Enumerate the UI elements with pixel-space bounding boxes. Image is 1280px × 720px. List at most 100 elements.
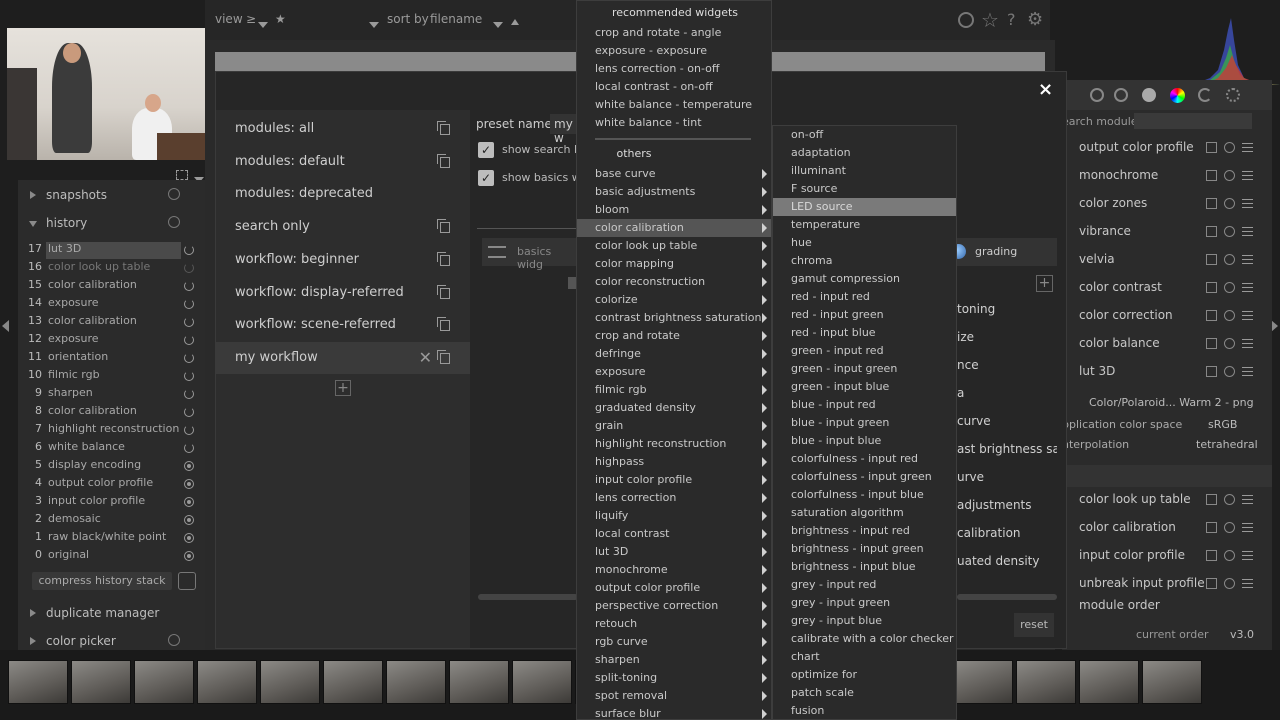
duplicate-icon[interactable]: [437, 251, 450, 266]
reset-icon[interactable]: [168, 216, 180, 228]
presets-icon[interactable]: [1206, 494, 1217, 505]
reset-icon[interactable]: [1224, 522, 1235, 533]
reset-icon[interactable]: [1224, 170, 1235, 181]
presets-icon[interactable]: [1206, 282, 1217, 293]
sort-value-caret[interactable]: [493, 17, 503, 31]
presets-icon[interactable]: [1206, 578, 1217, 589]
history-item[interactable]: 11 orientation: [18, 350, 205, 368]
power-group-icon[interactable]: [1090, 88, 1104, 102]
grading-tab[interactable]: grading: [951, 238, 1057, 266]
history-item[interactable]: 7 highlight reconstruction: [18, 422, 205, 440]
history-item[interactable]: 15 color calibration: [18, 278, 205, 296]
menu-item[interactable]: red - input blue: [773, 324, 956, 342]
module-item[interactable]: output color profile: [1062, 134, 1272, 162]
filmstrip-thumbnail[interactable]: [197, 660, 257, 704]
presets-icon[interactable]: [1206, 522, 1217, 533]
reset-icon[interactable]: [1224, 310, 1235, 321]
filmstrip-thumbnail[interactable]: [1142, 660, 1202, 704]
filmstrip-thumbnail[interactable]: [449, 660, 509, 704]
menu-item[interactable]: green - input green: [773, 360, 956, 378]
submenu-item[interactable]: monochrome: [577, 561, 771, 579]
menu-item[interactable]: brightness - input red: [773, 522, 956, 540]
star-icon[interactable]: ★: [275, 12, 286, 26]
submenu-item[interactable]: sharpen: [577, 651, 771, 669]
menu-item[interactable]: chroma: [773, 252, 956, 270]
menu-icon[interactable]: [1242, 579, 1253, 588]
menu-icon[interactable]: [1242, 339, 1253, 348]
submenu-item[interactable]: colorize: [577, 291, 771, 309]
submenu-item[interactable]: surface blur: [577, 705, 771, 720]
expand-icon[interactable]: [176, 170, 188, 180]
module-item[interactable]: lut 3D: [1062, 358, 1272, 386]
menu-item[interactable]: colorfulness - input red: [773, 450, 956, 468]
menu-item[interactable]: optimize for: [773, 666, 956, 684]
menu-item[interactable]: LED source: [773, 198, 956, 216]
color-group-icon[interactable]: [1170, 88, 1185, 103]
filmstrip-thumbnail[interactable]: [323, 660, 383, 704]
history-item[interactable]: 12 exposure: [18, 332, 205, 350]
menu-item[interactable]: illuminant: [773, 162, 956, 180]
menu-icon[interactable]: [1242, 171, 1253, 180]
history-item[interactable]: 17 lut 3D: [18, 242, 205, 260]
history-item[interactable]: 5 display encoding: [18, 458, 205, 476]
rating-filter[interactable]: ≥: [246, 12, 256, 26]
history-item[interactable]: 14 exposure: [18, 296, 205, 314]
menu-item[interactable]: fusion: [773, 702, 956, 720]
filmstrip-thumbnail[interactable]: [1016, 660, 1076, 704]
grading-module-item[interactable]: a: [957, 386, 1057, 400]
menu-item[interactable]: F source: [773, 180, 956, 198]
menu-item[interactable]: white balance - temperature: [577, 96, 771, 114]
submenu-item[interactable]: color look up table: [577, 237, 771, 255]
duplicate-icon[interactable]: [437, 121, 450, 135]
menu-item[interactable]: green - input red: [773, 342, 956, 360]
history-item[interactable]: 1 raw black/white point: [18, 530, 205, 548]
menu-icon[interactable]: [1242, 227, 1253, 236]
submenu-item[interactable]: highlight reconstruction: [577, 435, 771, 453]
duplicate-icon[interactable]: [437, 284, 450, 299]
show-search-checkbox[interactable]: ✓: [478, 142, 494, 158]
basics-widgets-tab[interactable]: basics widg: [482, 238, 577, 271]
submenu-item[interactable]: bloom: [577, 201, 771, 219]
preset-item[interactable]: search only: [216, 211, 470, 243]
history-item[interactable]: 16 color look up table: [18, 260, 205, 278]
menu-item[interactable]: crop and rotate - angle: [577, 24, 771, 42]
submenu-item[interactable]: grain: [577, 417, 771, 435]
horizontal-scrollbar[interactable]: [478, 594, 578, 600]
add-module-button[interactable]: +: [1036, 275, 1053, 292]
menu-item[interactable]: saturation algorithm: [773, 504, 956, 522]
module-item[interactable]: color correction: [1062, 302, 1272, 330]
reset-icon[interactable]: [1224, 494, 1235, 505]
submenu-item[interactable]: liquify: [577, 507, 771, 525]
filmstrip-thumbnail[interactable]: [1079, 660, 1139, 704]
collapse-right-arrow-icon[interactable]: [1271, 320, 1278, 332]
submenu-item[interactable]: output color profile: [577, 579, 771, 597]
menu-icon[interactable]: [1242, 551, 1253, 560]
interpolation-value[interactable]: tetrahedral: [1196, 438, 1258, 451]
submenu-item[interactable]: input color profile: [577, 471, 771, 489]
history-item[interactable]: 6 white balance: [18, 440, 205, 458]
module-item[interactable]: color zones: [1062, 190, 1272, 218]
history-item[interactable]: 10 filmic rgb: [18, 368, 205, 386]
presets-icon[interactable]: [1206, 198, 1217, 209]
menu-item[interactable]: grey - input red: [773, 576, 956, 594]
reset-icon[interactable]: [1224, 338, 1235, 349]
submenu-item[interactable]: retouch: [577, 615, 771, 633]
module-item[interactable]: color calibration: [1062, 514, 1272, 542]
menu-icon[interactable]: [1242, 283, 1253, 292]
menu-icon[interactable]: [1242, 199, 1253, 208]
preset-item[interactable]: modules: default: [216, 146, 470, 178]
search-module-input[interactable]: earch module: [1062, 113, 1262, 131]
preset-item[interactable]: workflow: display-referred: [216, 277, 470, 309]
grading-module-item[interactable]: nce: [957, 358, 1057, 372]
history-item[interactable]: 9 sharpen: [18, 386, 205, 404]
gear-icon[interactable]: ⚙: [1027, 9, 1043, 30]
reset-icon[interactable]: [1224, 550, 1235, 561]
menu-item[interactable]: grey - input green: [773, 594, 956, 612]
submenu-item[interactable]: color calibration: [577, 219, 771, 237]
reset-icon[interactable]: [1224, 198, 1235, 209]
submenu-item[interactable]: crop and rotate: [577, 327, 771, 345]
correct-group-icon[interactable]: [1198, 88, 1212, 102]
menu-item[interactable]: chart: [773, 648, 956, 666]
filmstrip-thumbnail[interactable]: [8, 660, 68, 704]
menu-item[interactable]: blue - input blue: [773, 432, 956, 450]
